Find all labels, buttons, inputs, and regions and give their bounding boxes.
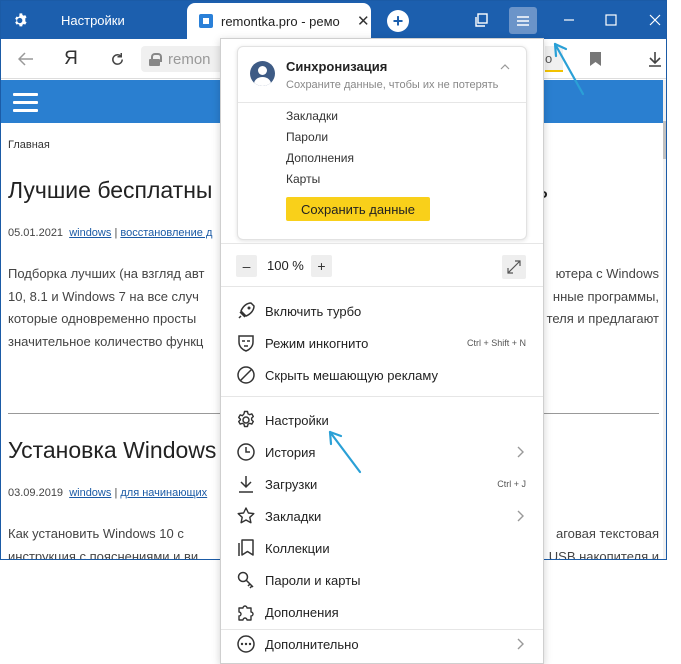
shortcut-hint: Ctrl + Shift + N [466,338,526,348]
annotation-arrow-icon [328,430,362,474]
address-text: remon [168,50,211,68]
article-2-meta: 03.09.2019 windows | для начинающих [8,487,208,499]
screenshot-root: Настройки remontka.pro - ремо ✕ + Я remo… [0,0,681,664]
fullscreen-icon[interactable] [502,255,526,279]
menu-item-passwords[interactable]: Пароли и карты [221,564,543,596]
menu-item-label: Скрыть мешающую рекламу [265,367,438,383]
menu-item-settings[interactable]: Настройки [221,404,543,436]
sync-item: Пароли [286,130,329,144]
divider [238,102,526,103]
back-arrow-icon[interactable] [13,39,39,79]
sync-card: Синхронизация Сохраните данные, чтобы их… [237,46,527,240]
menu-item-label: Коллекции [265,540,330,556]
menu-item-bookmarks[interactable]: Закладки [221,500,543,532]
downloads-icon[interactable] [643,39,666,79]
reload-icon[interactable] [105,39,129,79]
incognito-mask-icon [236,333,256,353]
menu-item-label: Включить турбо [265,303,362,319]
sync-item: Дополнения [286,151,354,165]
rocket-icon [236,301,256,321]
article-1-title[interactable]: Лучшие бесплатныь [8,177,548,204]
tag-link[interactable]: для начинающих [120,487,207,499]
site-menu-icon[interactable] [13,93,38,112]
site-favicon-icon [199,14,213,28]
menu-item-collections[interactable]: Коллекции [221,532,543,564]
chevron-right-icon [513,445,527,459]
menu-item-label: Настройки [265,412,329,428]
menu-item-label: История [265,444,316,460]
tab-active-title: remontka.pro - ремо [221,13,340,29]
clock-icon [236,442,256,462]
shortcut-hint: Ctrl + J [497,479,526,489]
tabs-overview-icon[interactable] [469,1,493,39]
menu-item-extensions[interactable]: Дополнения [221,596,543,628]
close-tab-icon[interactable]: ✕ [357,12,370,30]
menu-item-label: Загрузки [265,476,318,492]
save-data-button[interactable]: Сохранить данные [286,197,430,221]
menu-item-downloads[interactable]: Загрузки Ctrl + J [221,468,543,500]
divider [221,286,543,287]
more-icon [236,634,256,654]
zoom-in-button[interactable]: + [311,255,332,277]
menu-item-label: Закладки [265,508,322,524]
scrollbar-thumb[interactable] [663,121,666,159]
star-icon [236,506,256,526]
tab-settings-label: Настройки [61,12,125,28]
chevron-right-icon [513,509,527,523]
chevron-up-icon[interactable] [500,61,510,73]
tag-link[interactable]: восстановление д [120,227,212,239]
block-ads-icon [236,365,256,385]
puzzle-icon [236,602,256,622]
maximize-button[interactable] [599,1,623,39]
annotation-arrow-icon [553,42,585,96]
gear-icon [1,12,39,28]
menu-item-hide-ads[interactable]: Скрыть мешающую рекламу [221,359,543,391]
new-tab-button[interactable]: + [387,10,409,32]
sync-subtitle: Сохраните данные, чтобы их не потерять [286,79,499,91]
avatar[interactable] [250,61,275,86]
minimize-button[interactable] [557,1,581,39]
sync-item: Закладки [286,109,338,123]
close-window-button[interactable] [643,1,666,39]
article-2-title[interactable]: Установка Windows [8,437,216,464]
lock-icon [149,52,162,66]
tag-link[interactable]: windows [69,487,111,499]
menu-item-history[interactable]: История [221,436,543,468]
tag-link[interactable]: windows [69,227,111,239]
menu-item-label: Дополнительно [265,636,359,652]
menu-item-label: Режим инкогнито [265,335,369,351]
address-bar[interactable]: remon [141,46,231,72]
zoom-level: 100 % [267,258,304,273]
hamburger-icon [517,15,529,26]
chevron-right-icon [513,637,527,651]
main-menu-button[interactable] [509,7,537,34]
download-icon [236,474,256,494]
tab-settings[interactable]: Настройки [1,1,187,39]
gear-icon [236,410,256,430]
divider [221,243,543,244]
menu-item-label: Дополнения [265,604,339,620]
key-icon [236,570,256,590]
sync-title[interactable]: Синхронизация [286,59,387,74]
title-bar: Настройки remontka.pro - ремо ✕ + [1,1,666,39]
main-menu-dropdown: Синхронизация Сохраните данные, чтобы их… [220,38,544,664]
menu-item-more[interactable]: Дополнительно [221,628,543,660]
article-1-meta: 05.01.2021 windows | восстановление д [8,227,213,239]
breadcrumb[interactable]: Главная [8,139,50,151]
collections-icon [236,538,256,558]
divider [221,396,543,397]
zoom-out-button[interactable]: – [236,255,257,277]
menu-item-turbo[interactable]: Включить турбо [221,295,543,327]
yandex-button[interactable]: Я [57,39,85,79]
menu-item-label: Пароли и карты [265,572,361,588]
sync-item: Карты [286,172,321,186]
menu-item-incognito[interactable]: Режим инкогнито Ctrl + Shift + N [221,327,543,359]
tab-active[interactable]: remontka.pro - ремо ✕ [187,3,371,39]
